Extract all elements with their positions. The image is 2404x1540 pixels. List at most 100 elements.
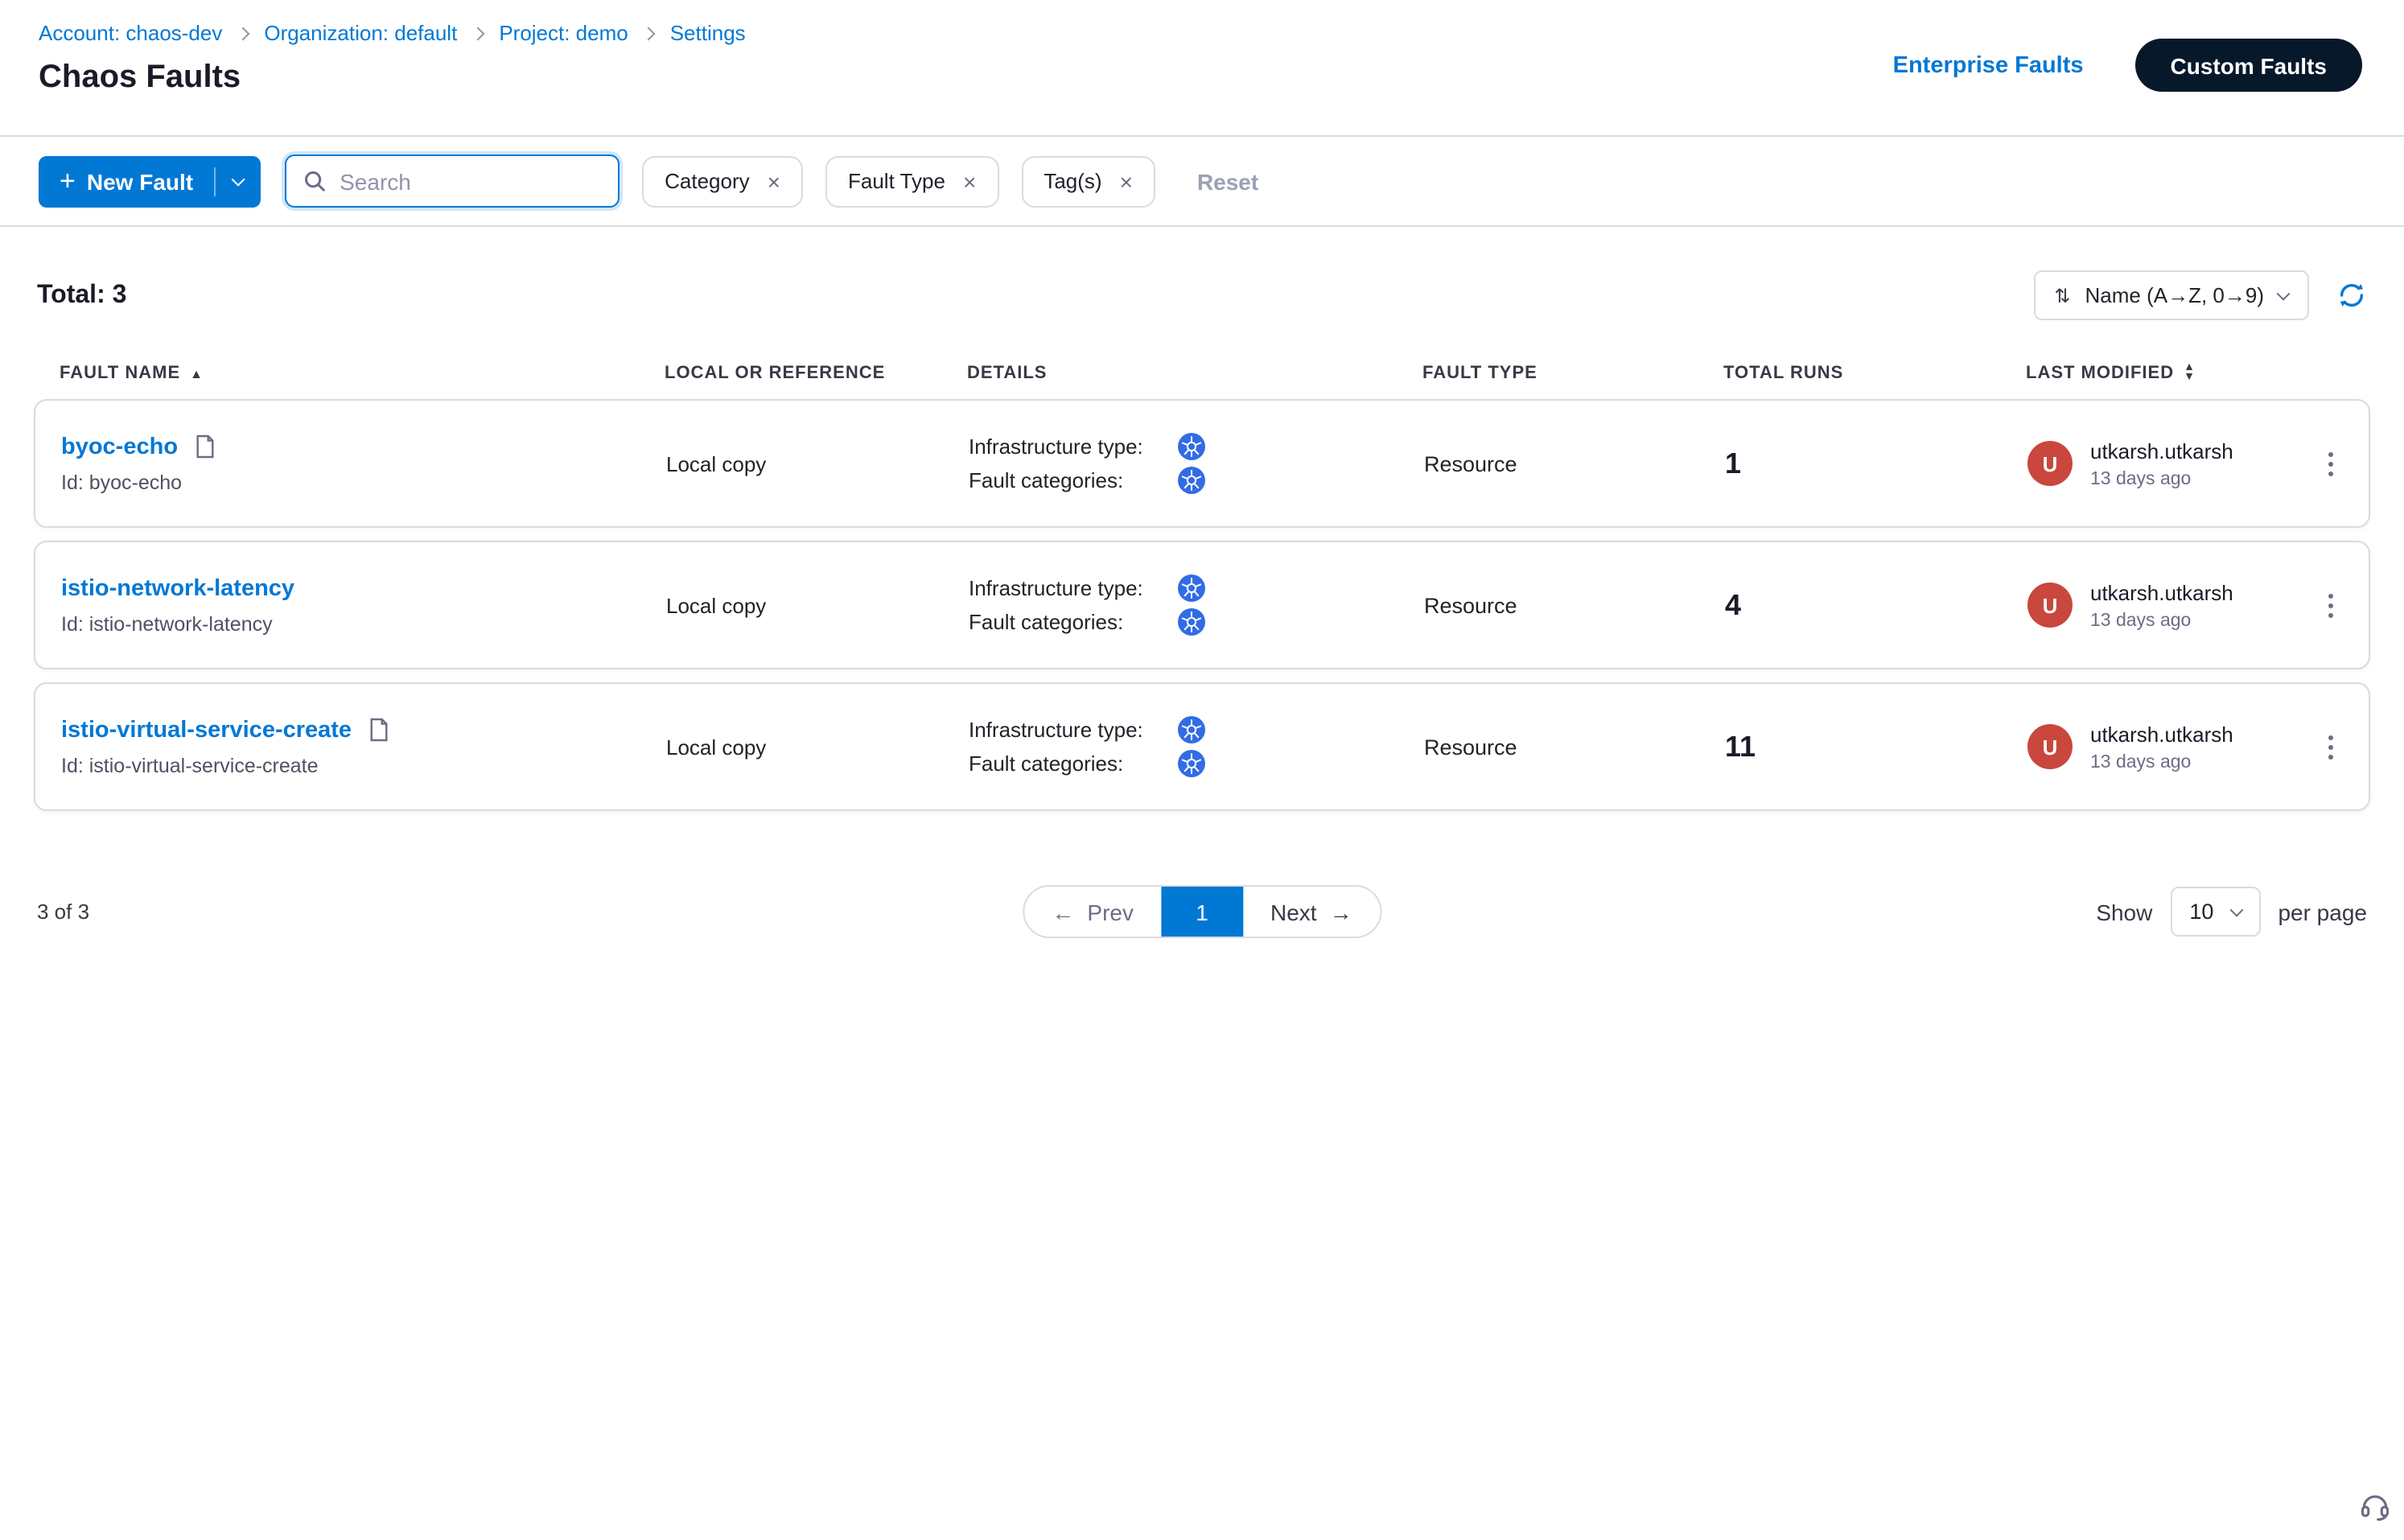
total-row: Total: 3 ⇅ Name (A→Z, 0→9) — [34, 270, 2370, 320]
arrow-right-icon: → — [1330, 899, 1352, 924]
column-label: TOTAL RUNS — [1723, 364, 1843, 383]
row-menu-button[interactable] — [2318, 725, 2342, 768]
column-label: FAULT TYPE — [1422, 364, 1537, 383]
column-label: LAST MODIFIED — [2026, 364, 2174, 383]
toolbar: + New Fault Category × Fault Type × — [0, 137, 2404, 227]
close-icon[interactable]: × — [963, 170, 976, 192]
chaos-faults-page: Account: chaos-dev Organization: default… — [0, 0, 2404, 1540]
support-widget-button[interactable] — [2357, 1489, 2393, 1532]
infrastructure-type-label: Infrastructure type: — [969, 435, 1178, 459]
filter-fault-type-label: Fault Type — [848, 169, 945, 193]
refresh-button[interactable] — [2336, 280, 2367, 311]
pagination-range: 3 of 3 — [37, 900, 89, 924]
enterprise-faults-link[interactable]: Enterprise Faults — [1893, 52, 2084, 78]
sort-both-icon: ▲▼ — [2184, 364, 2196, 382]
page-header: Account: chaos-dev Organization: default… — [0, 0, 2404, 137]
kubernetes-icon — [1178, 467, 1205, 494]
fault-name-link[interactable]: istio-network-latency — [61, 575, 294, 601]
row-menu-button[interactable] — [2318, 583, 2342, 627]
custom-faults-button[interactable]: Custom Faults — [2135, 39, 2362, 92]
local-or-reference-value: Local copy — [666, 735, 969, 759]
fault-type-value: Resource — [1424, 593, 1725, 617]
filter-category[interactable]: Category × — [642, 155, 803, 207]
breadcrumb-project[interactable]: Project: demo — [499, 21, 628, 45]
last-modified-cell: U utkarsh.utkarsh 13 days ago — [2027, 722, 2291, 772]
modified-date: 13 days ago — [2090, 469, 2233, 488]
per-page-label: per page — [2278, 899, 2367, 924]
chevron-down-icon — [232, 172, 245, 186]
infrastructure-type-label: Infrastructure type: — [969, 719, 1178, 743]
infrastructure-type-label: Infrastructure type: — [969, 577, 1178, 601]
headset-icon — [2357, 1489, 2393, 1524]
avatar: U — [2027, 583, 2073, 628]
reset-filters-button[interactable]: Reset — [1197, 168, 1258, 194]
fault-categories-label: Fault categories: — [969, 468, 1178, 492]
fault-id: Id: istio-virtual-service-create — [61, 754, 666, 776]
refresh-icon — [2336, 280, 2367, 311]
page-number-button[interactable]: 1 — [1161, 887, 1243, 937]
last-modified-cell: U utkarsh.utkarsh 13 days ago — [2027, 439, 2291, 488]
filter-tags[interactable]: Tag(s) × — [1021, 155, 1155, 207]
kubernetes-icon — [1178, 608, 1205, 636]
fault-categories-label: Fault categories: — [969, 751, 1178, 776]
new-fault-dropdown-button[interactable] — [216, 155, 261, 207]
modified-by-user: utkarsh.utkarsh — [2090, 580, 2233, 604]
column-details: DETAILS — [967, 364, 1422, 383]
row-menu-button[interactable] — [2318, 442, 2342, 485]
plus-icon: + — [60, 167, 76, 195]
table-header: FAULT NAME ▲ LOCAL OR REFERENCE DETAILS … — [34, 364, 2370, 383]
arrow-left-icon: ← — [1052, 899, 1074, 924]
fault-name-cell: byoc-echo Id: byoc-echo — [61, 434, 666, 493]
local-or-reference-value: Local copy — [666, 451, 969, 476]
page-size-select[interactable]: 10 — [2170, 887, 2260, 937]
close-icon[interactable]: × — [768, 170, 780, 192]
fault-row-istio-network-latency: istio-network-latency Id: istio-network-… — [34, 541, 2370, 669]
total-runs-value: 4 — [1725, 588, 2027, 622]
column-local-or-reference: LOCAL OR REFERENCE — [665, 364, 967, 383]
avatar: U — [2027, 724, 2073, 769]
search-input[interactable] — [340, 168, 602, 194]
column-label: FAULT NAME — [60, 364, 180, 383]
fault-name-link[interactable]: byoc-echo — [61, 434, 178, 459]
fault-type-value: Resource — [1424, 451, 1725, 476]
new-fault-button[interactable]: + New Fault — [39, 155, 214, 207]
kubernetes-icon — [1178, 717, 1205, 744]
fault-name-cell: istio-network-latency Id: istio-network-… — [61, 575, 666, 635]
breadcrumb-account[interactable]: Account: chaos-dev — [39, 21, 222, 45]
main-content: Total: 3 ⇅ Name (A→Z, 0→9) — [0, 227, 2404, 938]
next-label: Next — [1270, 899, 1317, 924]
sort-dropdown[interactable]: ⇅ Name (A→Z, 0→9) — [2033, 270, 2309, 320]
kubernetes-icon — [1178, 434, 1205, 461]
column-total-runs: TOTAL RUNS — [1723, 364, 2026, 383]
breadcrumb-organization[interactable]: Organization: default — [264, 21, 457, 45]
sort-ascending-icon: ▲ — [190, 366, 204, 381]
filter-fault-type[interactable]: Fault Type × — [825, 155, 998, 207]
manifest-icon — [368, 718, 389, 742]
fault-name-link[interactable]: istio-virtual-service-create — [61, 717, 352, 743]
modified-date: 13 days ago — [2090, 752, 2233, 772]
sort-updown-icon: ⇅ — [2054, 284, 2070, 307]
details-cell: Infrastructure type: Fault categories: — [969, 428, 1424, 500]
fault-id: Id: istio-network-latency — [61, 612, 666, 635]
details-cell: Infrastructure type: Fault categories: — [969, 711, 1424, 783]
total-runs-value: 11 — [1725, 730, 2027, 764]
local-or-reference-value: Local copy — [666, 593, 969, 617]
column-fault-type: FAULT TYPE — [1422, 364, 1723, 383]
pagination: 3 of 3 ← Prev 1 Next → Show 10 per pag — [34, 885, 2370, 938]
fault-name-cell: istio-virtual-service-create Id: istio-v… — [61, 717, 666, 776]
kubernetes-icon — [1178, 750, 1205, 777]
next-page-button[interactable]: Next → — [1243, 887, 1380, 937]
last-modified-cell: U utkarsh.utkarsh 13 days ago — [2027, 580, 2291, 630]
prev-label: Prev — [1087, 899, 1134, 924]
filter-tags-label: Tag(s) — [1044, 169, 1101, 193]
close-icon[interactable]: × — [1120, 170, 1133, 192]
modified-by-user: utkarsh.utkarsh — [2090, 439, 2233, 463]
kubernetes-icon — [1178, 575, 1205, 603]
filter-category-label: Category — [665, 169, 750, 193]
column-fault-name[interactable]: FAULT NAME ▲ — [60, 364, 665, 383]
breadcrumb-settings[interactable]: Settings — [670, 21, 746, 45]
chevron-down-icon — [2277, 286, 2291, 300]
column-last-modified[interactable]: LAST MODIFIED ▲▼ — [2026, 364, 2293, 383]
fault-row-istio-virtual-service-create: istio-virtual-service-create Id: istio-v… — [34, 682, 2370, 811]
prev-page-button[interactable]: ← Prev — [1024, 887, 1161, 937]
